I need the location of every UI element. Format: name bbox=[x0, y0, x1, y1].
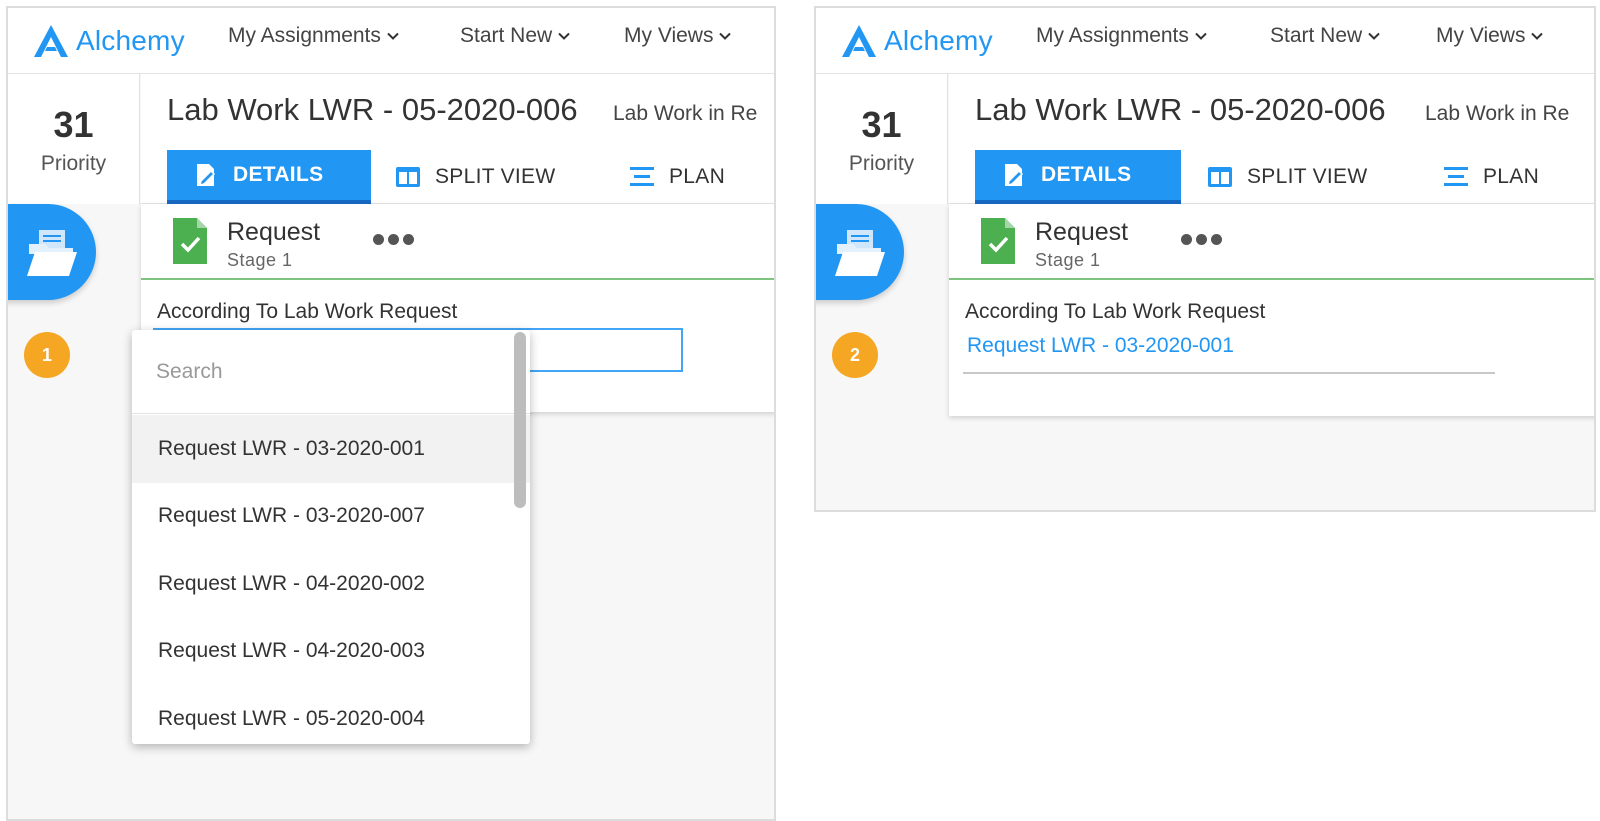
document-edit-icon bbox=[197, 164, 216, 187]
nav-my-views[interactable]: My Views bbox=[624, 24, 732, 48]
nav-my-assignments[interactable]: My Assignments bbox=[1036, 24, 1207, 48]
priority-value: 31 bbox=[53, 104, 94, 145]
alchemy-logo[interactable]: Alchemy bbox=[840, 16, 993, 66]
chevron-down-icon bbox=[387, 32, 399, 40]
card-stage: Stage 1 bbox=[1035, 250, 1101, 270]
document-edit-icon bbox=[1005, 164, 1024, 187]
nav-my-views[interactable]: My Views bbox=[1436, 24, 1544, 48]
open-folder-icon bbox=[835, 230, 885, 276]
open-folder-icon bbox=[27, 230, 77, 276]
screenshot-panel-step-2: Alchemy My Assignments Start New My View… bbox=[814, 6, 1596, 512]
view-tabs: DETAILS SPLIT VIEW PLAN bbox=[975, 150, 1594, 204]
request-dropdown: Request LWR - 03-2020-001 Request LWR - … bbox=[132, 330, 530, 744]
brand-name: Alchemy bbox=[884, 25, 993, 56]
tab-details[interactable]: DETAILS bbox=[975, 150, 1181, 204]
record-folder-button[interactable] bbox=[8, 204, 96, 300]
record-header: Lab Work LWR - 05-2020-006 Lab Work in R… bbox=[949, 74, 1594, 204]
card-header: Request Stage 1 bbox=[949, 204, 1594, 280]
dropdown-option[interactable]: Request LWR - 04-2020-002 bbox=[132, 550, 530, 618]
nav-start-new-label: Start New bbox=[460, 24, 553, 47]
step-badge: 1 bbox=[24, 332, 70, 378]
priority-label: Priority bbox=[40, 152, 107, 175]
tab-details-label: DETAILS bbox=[1041, 163, 1132, 186]
screenshot-panel-step-1: Alchemy My Assignments Start New My View… bbox=[6, 6, 776, 821]
dropdown-option[interactable]: Request LWR - 04-2020-003 bbox=[132, 618, 530, 686]
tab-split-view-label: SPLIT VIEW bbox=[435, 165, 556, 188]
nav-my-views-label: My Views bbox=[624, 24, 714, 47]
record-header: Lab Work LWR - 05-2020-006 Lab Work in R… bbox=[141, 74, 774, 204]
record-folder-button[interactable] bbox=[816, 204, 904, 300]
chevron-down-icon bbox=[558, 32, 570, 40]
split-view-icon bbox=[396, 167, 420, 187]
nav-my-assignments-label: My Assignments bbox=[1036, 24, 1189, 47]
card-title: Request bbox=[227, 218, 321, 246]
field-label-lab-work-request: According To Lab Work Request bbox=[157, 300, 458, 323]
completed-document-icon bbox=[981, 218, 1015, 264]
plan-list-icon bbox=[1444, 167, 1468, 186]
tab-split-view-label: SPLIT VIEW bbox=[1247, 165, 1368, 188]
nav-start-new[interactable]: Start New bbox=[1270, 24, 1380, 48]
dropdown-option[interactable]: Request LWR - 05-2020-004 bbox=[132, 685, 530, 744]
alchemy-logo-icon bbox=[34, 25, 68, 57]
more-options-icon[interactable] bbox=[1181, 234, 1222, 245]
tab-split-view[interactable]: SPLIT VIEW bbox=[395, 150, 555, 204]
chevron-down-icon bbox=[1195, 32, 1207, 40]
priority-value: 31 bbox=[861, 104, 902, 145]
tab-plan-label: PLAN bbox=[669, 165, 726, 188]
nav-start-new[interactable]: Start New bbox=[460, 24, 570, 48]
tab-plan[interactable]: PLAN bbox=[629, 150, 725, 204]
priority-label: Priority bbox=[848, 152, 915, 175]
tab-plan[interactable]: PLAN bbox=[1443, 150, 1539, 204]
chevron-down-icon bbox=[1368, 32, 1380, 40]
tab-split-view[interactable]: SPLIT VIEW bbox=[1207, 150, 1367, 204]
dropdown-options: Request LWR - 03-2020-001 Request LWR - … bbox=[132, 415, 530, 744]
alchemy-logo[interactable]: Alchemy bbox=[32, 16, 185, 66]
card-stage: Stage 1 bbox=[227, 250, 293, 270]
dropdown-search bbox=[132, 330, 530, 414]
request-stage-card: Request Stage 1 According To Lab Work Re… bbox=[949, 204, 1594, 416]
record-status-subtitle: Lab Work in Re bbox=[1425, 102, 1570, 125]
selected-request-link[interactable]: Request LWR - 03-2020-001 bbox=[967, 334, 1234, 358]
record-title: Lab Work LWR - 05-2020-006 bbox=[167, 92, 578, 127]
tab-details[interactable]: DETAILS bbox=[167, 150, 371, 204]
nav-my-assignments-label: My Assignments bbox=[228, 24, 381, 47]
nav-my-views-label: My Views bbox=[1436, 24, 1526, 47]
tab-details-label: DETAILS bbox=[233, 163, 324, 186]
card-title: Request bbox=[1035, 218, 1129, 246]
top-navigation-bar: Alchemy My Assignments Start New My View… bbox=[8, 8, 774, 74]
chevron-down-icon bbox=[1531, 32, 1544, 40]
brand-name: Alchemy bbox=[76, 25, 185, 56]
plan-list-icon bbox=[630, 167, 654, 186]
view-tabs: DETAILS SPLIT VIEW PLAN bbox=[167, 150, 774, 204]
card-header: Request Stage 1 bbox=[141, 204, 774, 280]
tab-plan-label: PLAN bbox=[1483, 165, 1540, 188]
top-navigation-bar: Alchemy My Assignments Start New My View… bbox=[816, 8, 1594, 74]
dropdown-scrollbar[interactable] bbox=[514, 332, 526, 508]
nav-my-assignments[interactable]: My Assignments bbox=[228, 24, 399, 48]
dropdown-search-input[interactable] bbox=[156, 352, 496, 392]
field-label-lab-work-request: According To Lab Work Request bbox=[965, 300, 1266, 323]
record-status-subtitle: Lab Work in Re bbox=[613, 102, 758, 125]
priority-box: 31 Priority bbox=[816, 74, 948, 204]
nav-start-new-label: Start New bbox=[1270, 24, 1363, 47]
completed-document-icon bbox=[173, 218, 207, 264]
chevron-down-icon bbox=[719, 32, 732, 40]
priority-box: 31 Priority bbox=[8, 74, 140, 204]
split-view-icon bbox=[1208, 167, 1232, 187]
alchemy-logo-icon bbox=[842, 25, 876, 57]
dropdown-option[interactable]: Request LWR - 03-2020-001 bbox=[132, 415, 530, 483]
field-underline bbox=[963, 372, 1495, 374]
record-title: Lab Work LWR - 05-2020-006 bbox=[975, 92, 1386, 127]
dropdown-option[interactable]: Request LWR - 03-2020-007 bbox=[132, 483, 530, 551]
more-options-icon[interactable] bbox=[373, 234, 414, 245]
step-badge: 2 bbox=[832, 332, 878, 378]
